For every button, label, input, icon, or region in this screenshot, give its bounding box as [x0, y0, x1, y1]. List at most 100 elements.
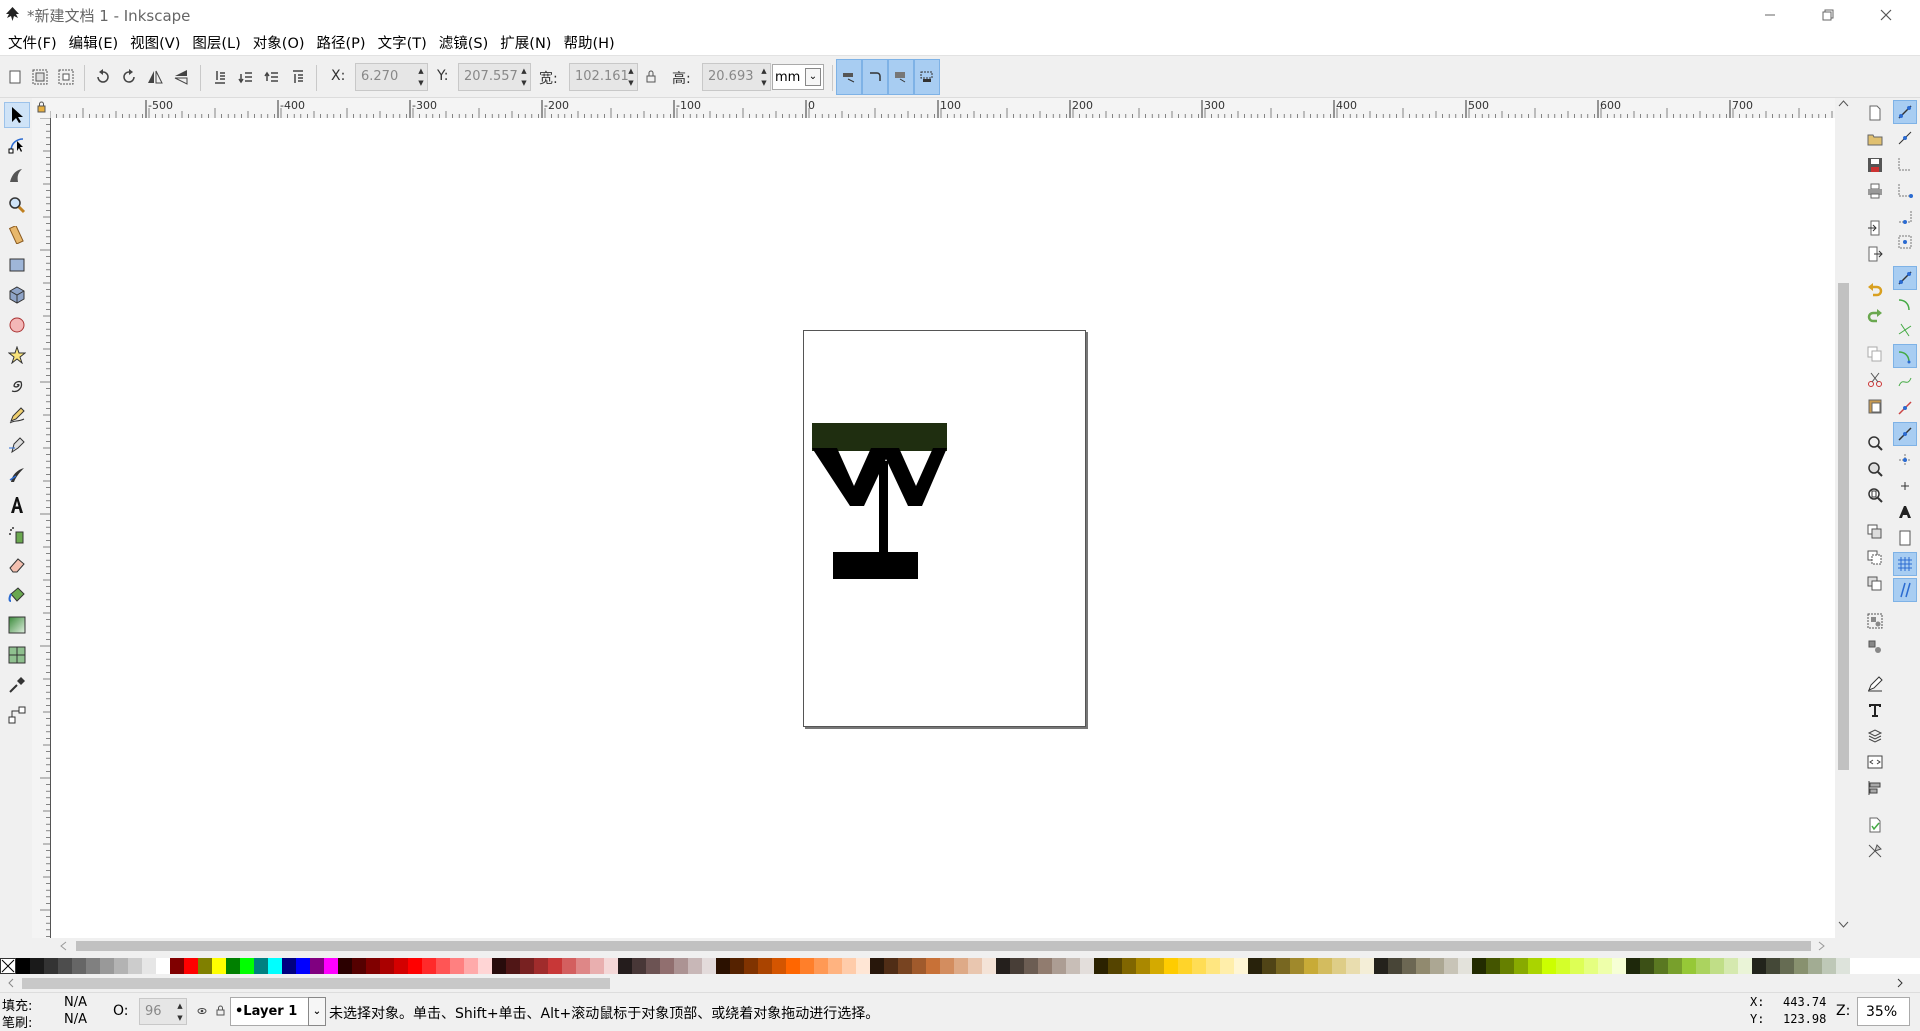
color-swatch[interactable]: [632, 958, 646, 974]
stem[interactable]: [879, 461, 888, 561]
xml-editor-icon[interactable]: [1865, 752, 1885, 772]
eye-icon[interactable]: [197, 1006, 207, 1016]
color-swatch[interactable]: [450, 958, 464, 974]
color-swatch[interactable]: [1528, 958, 1542, 974]
color-swatch[interactable]: [576, 958, 590, 974]
color-swatch[interactable]: [842, 958, 856, 974]
import-icon[interactable]: [1865, 218, 1885, 238]
color-swatch[interactable]: [44, 958, 58, 974]
color-swatch[interactable]: [1668, 958, 1682, 974]
color-swatch[interactable]: [1080, 958, 1094, 974]
color-swatch[interactable]: [1654, 958, 1668, 974]
star-tool[interactable]: [4, 342, 30, 368]
color-swatch[interactable]: [1584, 958, 1598, 974]
color-swatch[interactable]: [996, 958, 1010, 974]
color-swatch[interactable]: [114, 958, 128, 974]
snap-smooth-toggle[interactable]: [1893, 370, 1917, 394]
color-swatch[interactable]: [1640, 958, 1654, 974]
color-swatch[interactable]: [324, 958, 338, 974]
spiral-tool[interactable]: [4, 372, 30, 398]
color-swatch[interactable]: [646, 958, 660, 974]
horizontal-scroll-thumb[interactable]: [76, 941, 1811, 951]
color-swatch[interactable]: [338, 958, 352, 974]
color-swatch[interactable]: [1178, 958, 1192, 974]
menu-view[interactable]: 视图(V): [125, 32, 187, 53]
snap-path-toggle[interactable]: [1893, 292, 1917, 316]
color-swatch[interactable]: [464, 958, 478, 974]
move-patterns-toggle[interactable]: [914, 59, 940, 95]
color-swatch[interactable]: [618, 958, 632, 974]
color-swatch[interactable]: [562, 958, 576, 974]
group-icon[interactable]: [1865, 611, 1885, 631]
menu-help[interactable]: 帮助(H): [558, 32, 621, 53]
color-swatch[interactable]: [1276, 958, 1290, 974]
menu-path[interactable]: 路径(P): [312, 32, 373, 53]
eraser-tool[interactable]: [4, 552, 30, 578]
color-swatch[interactable]: [1052, 958, 1066, 974]
color-swatch[interactable]: [1150, 958, 1164, 974]
snap-object-center-toggle[interactable]: [1893, 448, 1917, 472]
color-swatch[interactable]: [408, 958, 422, 974]
color-swatch[interactable]: [1108, 958, 1122, 974]
fill-value[interactable]: N/A: [64, 995, 87, 1010]
scroll-down-icon[interactable]: [1838, 920, 1849, 930]
color-swatch[interactable]: [366, 958, 380, 974]
color-swatch[interactable]: [758, 958, 772, 974]
color-swatch[interactable]: [730, 958, 744, 974]
measure-tool[interactable]: [4, 222, 30, 248]
menu-text[interactable]: 文字(T): [373, 32, 434, 53]
layers-icon[interactable]: [1865, 726, 1885, 746]
unlink-clone-icon[interactable]: [1865, 574, 1885, 594]
save-icon[interactable]: [1865, 155, 1885, 175]
snap-guide-toggle[interactable]: [1893, 578, 1917, 602]
color-swatch[interactable]: [282, 958, 296, 974]
palette-scroll-thumb[interactable]: [22, 978, 610, 989]
color-swatch[interactable]: [1248, 958, 1262, 974]
color-swatch[interactable]: [1346, 958, 1360, 974]
snap-text-baseline-toggle[interactable]: [1893, 500, 1917, 524]
snap-others-toggle[interactable]: [1893, 422, 1917, 446]
scale-stroke-toggle[interactable]: [836, 59, 862, 95]
bucket-tool[interactable]: [4, 582, 30, 608]
color-swatch[interactable]: [1136, 958, 1150, 974]
cut-icon[interactable]: [1865, 370, 1885, 390]
color-palette[interactable]: [0, 958, 1920, 974]
color-swatch[interactable]: [58, 958, 72, 974]
opacity-spin-arrows[interactable]: ▲ ▼: [175, 1000, 185, 1024]
color-swatch[interactable]: [254, 958, 268, 974]
fill-stroke-icon[interactable]: [1865, 674, 1885, 694]
color-swatch[interactable]: [1206, 958, 1220, 974]
ellipse-tool[interactable]: [4, 312, 30, 338]
color-swatch[interactable]: [506, 958, 520, 974]
zoom-field[interactable]: 35%: [1857, 997, 1910, 1026]
snap-nodes-toggle[interactable]: [1893, 266, 1917, 290]
color-swatch[interactable]: [380, 958, 394, 974]
color-swatch[interactable]: [856, 958, 870, 974]
color-swatch[interactable]: [744, 958, 758, 974]
color-swatch[interactable]: [212, 958, 226, 974]
color-swatch[interactable]: [184, 958, 198, 974]
palette-swatches[interactable]: [16, 958, 1850, 974]
menu-extensions[interactable]: 扩展(N): [495, 32, 558, 53]
color-swatch[interactable]: [226, 958, 240, 974]
color-swatch[interactable]: [1290, 958, 1304, 974]
zoom-page-icon[interactable]: [1865, 485, 1885, 505]
paste-icon[interactable]: [1865, 396, 1885, 416]
color-swatch[interactable]: [940, 958, 954, 974]
color-swatch[interactable]: [170, 958, 184, 974]
minimize-button[interactable]: [1741, 0, 1799, 29]
color-swatch[interactable]: [954, 958, 968, 974]
color-swatch[interactable]: [156, 958, 170, 974]
width-spin-arrows[interactable]: ▲ ▼: [626, 65, 636, 89]
snap-enable-toggle[interactable]: [1893, 100, 1917, 124]
scale-corners-toggle[interactable]: [862, 59, 888, 95]
color-swatch[interactable]: [590, 958, 604, 974]
color-swatch[interactable]: [310, 958, 324, 974]
color-swatch[interactable]: [422, 958, 436, 974]
copy-icon[interactable]: [1865, 344, 1885, 364]
color-swatch[interactable]: [548, 958, 562, 974]
snap-bbox-edge-toggle[interactable]: [1893, 152, 1917, 176]
raise-to-top-icon[interactable]: [289, 68, 307, 86]
color-swatch[interactable]: [436, 958, 450, 974]
undo-icon[interactable]: [1865, 281, 1885, 301]
